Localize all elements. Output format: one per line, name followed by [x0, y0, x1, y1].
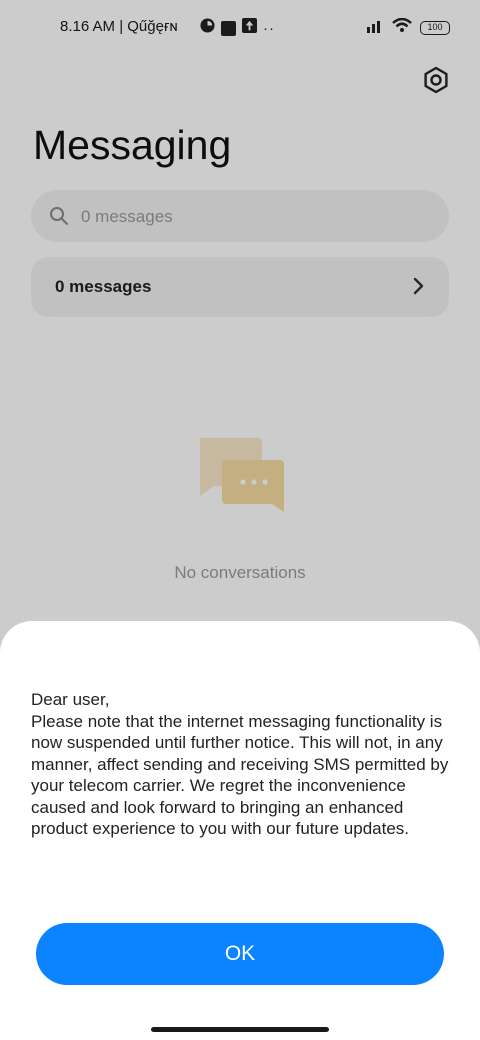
ok-button[interactable]: OK [36, 923, 444, 985]
messaging-app: 8.16 AM | Qűğęғɴ ·· 100 Messaging 0 mess… [0, 0, 480, 1040]
notice-message: Dear user, Please note that the internet… [31, 690, 449, 838]
home-indicator[interactable] [151, 1027, 329, 1032]
notice-dialog: Dear user, Please note that the internet… [0, 621, 480, 1040]
